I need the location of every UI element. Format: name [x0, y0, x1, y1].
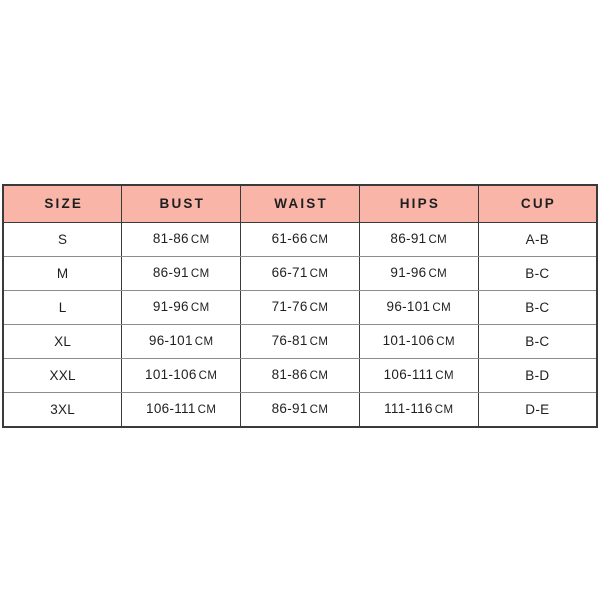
cell-cup: A-B: [477, 222, 598, 257]
waist-unit: CM: [309, 404, 329, 416]
waist-value: 71-76: [271, 299, 308, 314]
cell-size: XXL: [2, 358, 123, 393]
waist-value: 81-86: [271, 367, 308, 382]
cell-bust: 96-101 CM: [121, 324, 242, 359]
waist-value: 76-81: [271, 333, 308, 348]
column-header-waist: WAIST: [240, 185, 360, 223]
hips-unit: CM: [428, 268, 448, 280]
table-row: M 86-91 CM 66-71 CM 91-96 CM B-C: [2, 256, 598, 291]
hips-value: 86-91: [390, 231, 427, 246]
column-header-hips: HIPS: [358, 185, 479, 223]
bust-value: 81-86: [152, 231, 189, 246]
cell-waist: 76-81 CM: [240, 324, 360, 359]
hips-value: 106-111: [383, 367, 434, 382]
cell-bust: 81-86 CM: [121, 222, 242, 257]
cell-bust: 101-106 CM: [121, 358, 242, 393]
cell-cup: B-C: [477, 290, 598, 325]
waist-unit: CM: [309, 302, 329, 314]
hips-unit: CM: [434, 404, 454, 416]
cell-size: S: [2, 222, 123, 257]
waist-unit: CM: [309, 234, 329, 246]
column-header-size: SIZE: [2, 185, 123, 223]
cell-waist: 81-86 CM: [240, 358, 360, 393]
size-chart-table: SIZE BUST WAIST HIPS CUP S 81-86 CM 61-66…: [2, 184, 598, 428]
hips-unit: CM: [428, 234, 448, 246]
cell-bust: 86-91 CM: [121, 256, 242, 291]
cell-hips: 106-111 CM: [358, 358, 479, 393]
bust-value: 86-91: [152, 265, 189, 280]
cell-hips: 111-116 CM: [358, 392, 479, 427]
cell-hips: 91-96 CM: [358, 256, 479, 291]
cell-waist: 86-91 CM: [240, 392, 360, 427]
cell-cup: B-C: [477, 324, 598, 359]
table-row: L 91-96 CM 71-76 CM 96-101 CM B-C: [2, 290, 598, 325]
cell-waist: 71-76 CM: [240, 290, 360, 325]
cell-cup: D-E: [477, 392, 598, 427]
waist-unit: CM: [309, 336, 329, 348]
cell-hips: 96-101 CM: [358, 290, 479, 325]
cell-hips: 101-106 CM: [358, 324, 479, 359]
waist-value: 61-66: [271, 231, 308, 246]
bust-unit: CM: [190, 234, 210, 246]
table-header: SIZE BUST WAIST HIPS CUP: [2, 185, 598, 223]
table-body: S 81-86 CM 61-66 CM 86-91 CM A-B M 86-91 CM …: [2, 222, 598, 427]
waist-unit: CM: [309, 370, 329, 382]
hips-value: 91-96: [390, 265, 427, 280]
bust-value: 101-106: [145, 367, 197, 382]
cell-cup: B-D: [477, 358, 598, 393]
bust-unit: CM: [197, 404, 217, 416]
cell-cup: B-C: [477, 256, 598, 291]
waist-value: 86-91: [271, 401, 308, 416]
bust-value: 91-96: [152, 299, 189, 314]
bust-unit: CM: [194, 336, 214, 348]
hips-value: 101-106: [382, 333, 435, 348]
cell-waist: 66-71 CM: [240, 256, 360, 291]
table-row: XL 96-101 CM 76-81 CM 101-106 CM B-C: [2, 324, 598, 359]
bust-value: 106-111: [146, 401, 196, 416]
table-row: 3XL 106-111 CM 86-91 CM 111-116 CM D-E: [2, 392, 598, 427]
column-header-bust: BUST: [121, 185, 242, 223]
hips-value: 96-101: [386, 299, 431, 314]
cell-hips: 86-91 CM: [358, 222, 479, 257]
column-header-cup: CUP: [477, 185, 598, 223]
bust-unit: CM: [190, 302, 210, 314]
hips-unit: CM: [432, 302, 452, 314]
cell-size: 3XL: [2, 392, 123, 427]
cell-waist: 61-66 CM: [240, 222, 360, 257]
hips-unit: CM: [435, 370, 454, 382]
hips-unit: CM: [436, 336, 455, 348]
hips-value: 111-116: [384, 401, 433, 416]
cell-bust: 106-111 CM: [121, 392, 242, 427]
waist-unit: CM: [309, 268, 329, 280]
cell-size: L: [2, 290, 123, 325]
header-row: SIZE BUST WAIST HIPS CUP: [2, 185, 598, 223]
table-row: S 81-86 CM 61-66 CM 86-91 CM A-B: [2, 222, 598, 257]
bust-unit: CM: [198, 370, 218, 382]
cell-size: M: [2, 256, 123, 291]
size-chart-container: SIZE BUST WAIST HIPS CUP S 81-86 CM 61-66…: [2, 184, 598, 428]
waist-value: 66-71: [271, 265, 308, 280]
table-row: XXL 101-106 CM 81-86 CM 106-111 CM B-D: [2, 358, 598, 393]
bust-value: 96-101: [148, 333, 193, 348]
cell-size: XL: [2, 324, 123, 359]
cell-bust: 91-96 CM: [121, 290, 242, 325]
bust-unit: CM: [190, 268, 210, 280]
